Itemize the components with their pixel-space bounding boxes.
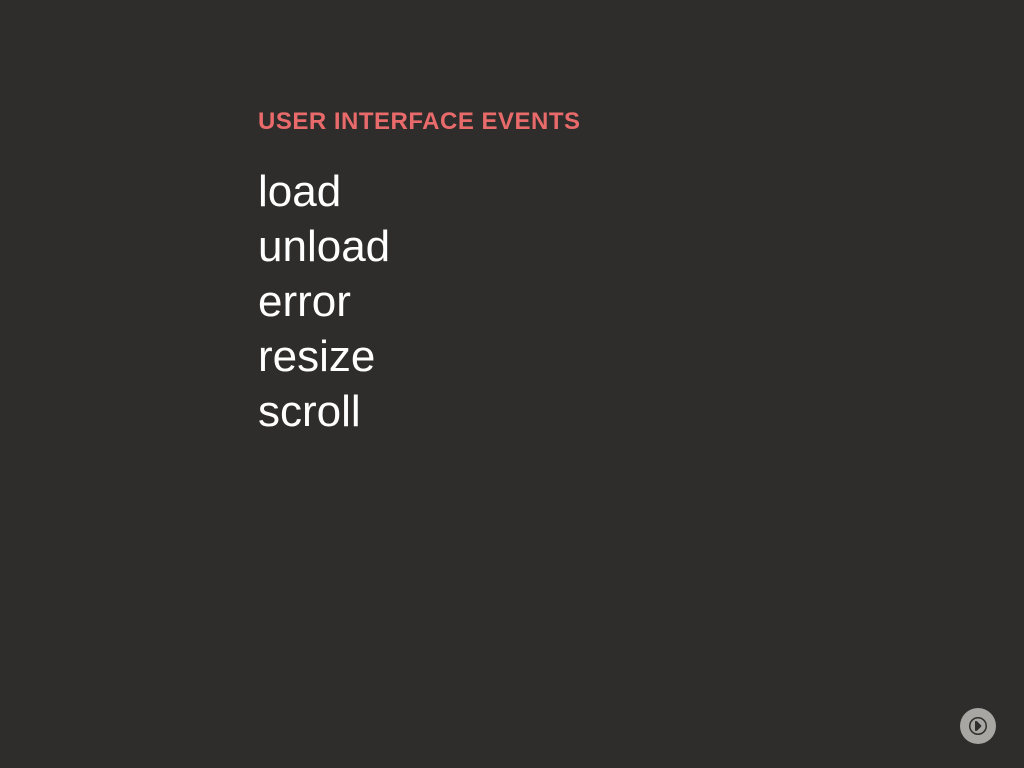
next-slide-button[interactable] (960, 708, 996, 744)
event-item: load (258, 164, 581, 219)
event-list: load unload error resize scroll (258, 164, 581, 439)
event-item: error (258, 274, 581, 329)
event-item: resize (258, 329, 581, 384)
event-item: unload (258, 219, 581, 274)
event-item: scroll (258, 384, 581, 439)
slide-heading: USER INTERFACE EVENTS (258, 108, 581, 136)
slide-content: USER INTERFACE EVENTS load unload error … (258, 108, 581, 439)
arrow-right-icon (969, 717, 987, 735)
